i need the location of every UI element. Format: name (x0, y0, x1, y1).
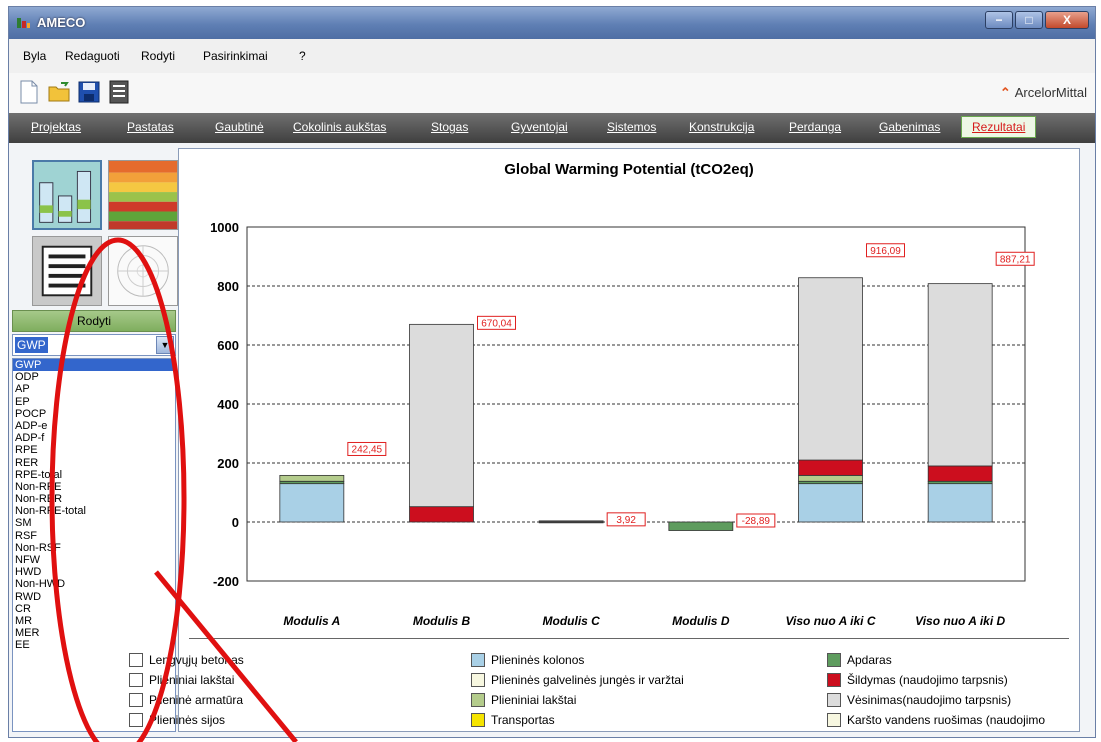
annotation-line (154, 570, 298, 742)
annotation-ellipse (49, 237, 187, 742)
red-annotation-overlay (49, 237, 298, 742)
